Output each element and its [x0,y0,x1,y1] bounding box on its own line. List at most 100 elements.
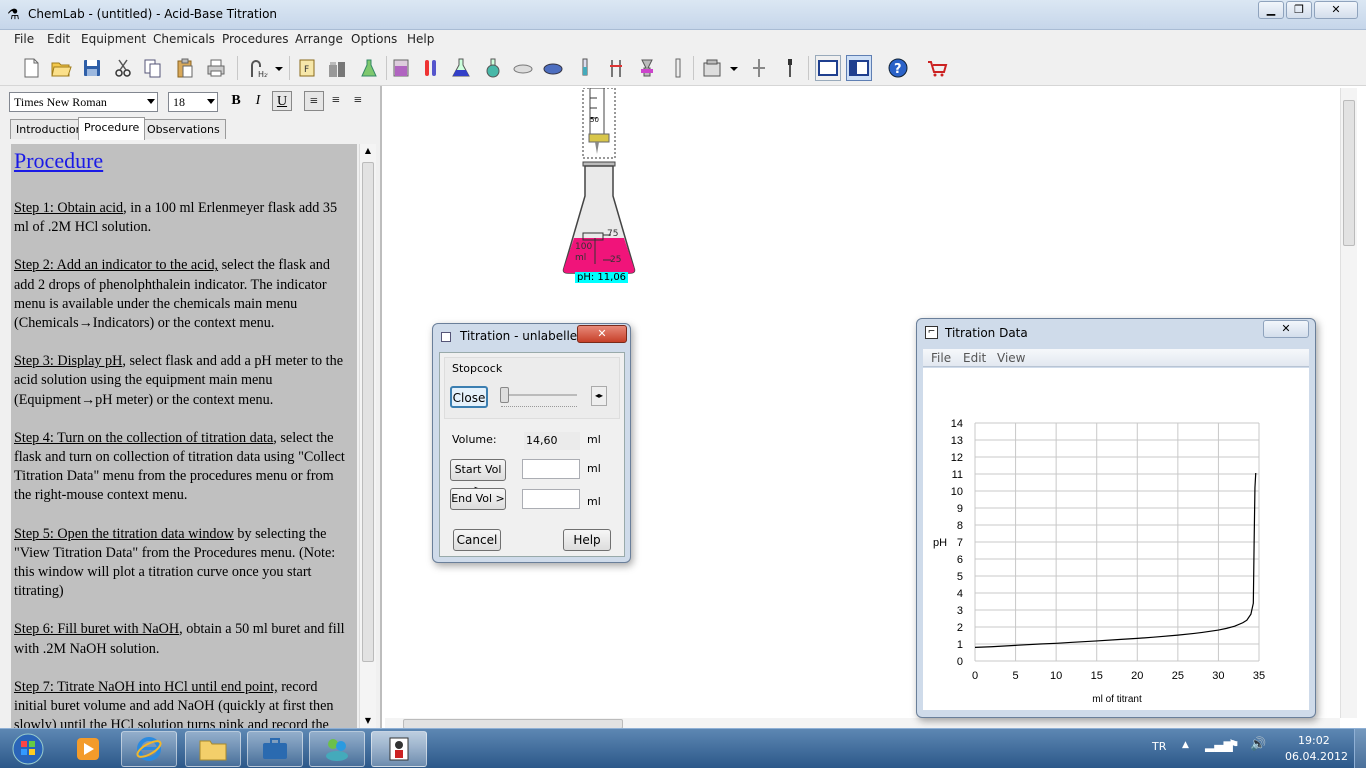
cancel-button[interactable]: Cancel [453,529,501,551]
media-player-icon[interactable] [60,731,116,767]
chart-menu-edit[interactable]: Edit [963,351,986,365]
menu-procedures[interactable]: Procedures [222,32,289,46]
chart-window-close-button[interactable]: ✕ [1263,320,1309,338]
tab-introduction[interactable]: Introduction [10,119,89,139]
chart-menu-file[interactable]: File [931,351,951,365]
internet-explorer-icon[interactable] [121,731,177,767]
briefcase-icon[interactable] [247,731,303,767]
clock-date[interactable]: 06.04.2012 [1285,750,1348,763]
font-size-value: 18 [173,95,185,109]
font-size-select[interactable]: 18 [168,92,218,112]
chart-menu-view[interactable]: View [997,351,1025,365]
italic-button[interactable]: I [248,91,268,111]
help-icon[interactable]: ? [885,55,911,81]
messenger-icon[interactable] [309,731,365,767]
action-center-flag-icon[interactable]: ⚑ [1228,738,1240,753]
y-tick-label: 3 [957,605,963,617]
petri-dish-icon[interactable] [540,55,566,81]
stopcock-slider-track[interactable] [501,394,577,396]
start-volume-button[interactable]: Start Vol > [450,459,506,496]
split-pane-view-icon[interactable] [846,55,872,81]
menu-edit[interactable]: Edit [47,32,70,46]
start-orb-icon[interactable] [2,731,54,767]
erlenmeyer-flask-icon[interactable] [448,55,474,81]
test-tubes-icon[interactable] [418,55,444,81]
align-center-button[interactable]: ≡ [326,91,346,111]
language-indicator[interactable]: TR [1152,740,1166,753]
flask-unit-label: ml [575,253,587,263]
open-folder-icon[interactable] [48,55,74,81]
beaker-icon[interactable] [388,55,414,81]
scroll-down-icon[interactable]: ▼ [361,716,375,725]
dropdown-icon[interactable] [272,55,286,81]
underline-button[interactable]: U [272,91,292,111]
buret-icon[interactable] [572,55,598,81]
copy-icon[interactable] [140,55,166,81]
y-tick-label: 0 [957,656,963,668]
volume-icon[interactable]: 🔊 [1250,737,1266,752]
minimize-button[interactable]: ▁ [1258,1,1284,19]
bold-button[interactable]: B [226,91,246,111]
scroll-up-icon[interactable]: ▲ [361,146,375,155]
menu-arrange[interactable]: Arrange [295,32,343,46]
show-hidden-icons-icon[interactable]: ▲ [1182,740,1189,750]
clock-time[interactable]: 19:02 [1298,734,1330,747]
evaporating-dish-icon[interactable] [510,55,536,81]
scroll-thumb[interactable] [1343,100,1355,246]
window-title: ChemLab - (untitled) - Acid-Base Titrati… [28,7,278,21]
document-scrollbar[interactable]: ▲ ▼ [359,144,376,728]
font-family-select[interactable]: Times New Roman [9,92,158,112]
stopcock-close-button[interactable]: Close [450,386,488,408]
menu-equipment[interactable]: Equipment [81,32,146,46]
show-desktop-button[interactable] [1354,729,1366,768]
canvas-vertical-scrollbar[interactable] [1340,88,1357,718]
filter-funnel-icon[interactable]: F [294,55,320,81]
align-left-button[interactable]: ≡ [304,91,324,111]
stopcock-slider-thumb[interactable] [500,387,509,403]
save-icon[interactable] [79,55,105,81]
balance-icon[interactable] [699,55,725,81]
help-button[interactable]: Help [563,529,611,551]
menu-help[interactable]: Help [407,32,434,46]
paste-icon[interactable] [172,55,198,81]
file-explorer-icon[interactable] [185,731,241,767]
round-flask-icon[interactable] [480,55,506,81]
stopcock-spinner[interactable]: ◂▸ [591,386,607,406]
bunsen-burner-icon[interactable] [634,55,660,81]
dialog-close-button[interactable]: ✕ [577,325,627,343]
dropdown-icon[interactable] [727,55,741,81]
procedure-document[interactable]: Procedure Step 1: Obtain acid, in a 100 … [11,144,357,728]
maximize-button[interactable]: ❐ [1286,1,1312,19]
graduated-cylinder-icon[interactable] [665,55,691,81]
new-file-icon[interactable] [18,55,44,81]
chemlab-taskbar-icon[interactable] [371,731,427,767]
end-volume-field[interactable] [522,489,580,509]
end-volume-button[interactable]: End Vol > [450,488,506,510]
menu-bar: File Edit Equipment Chemicals Procedures… [0,30,1366,50]
start-volume-field[interactable] [522,459,580,479]
dropper-icon[interactable] [777,55,803,81]
chart-window-icon: ⌐ [925,326,938,339]
single-pane-view-icon[interactable] [815,55,841,81]
shopping-cart-icon[interactable] [924,55,950,81]
print-icon[interactable] [203,55,229,81]
close-window-button[interactable]: ✕ [1314,1,1358,19]
dialog-icon [441,332,451,342]
y-tick-label: 7 [957,537,963,549]
stirrer-icon[interactable] [746,55,772,81]
scroll-thumb[interactable] [362,162,374,662]
tab-procedure[interactable]: Procedure [78,117,146,140]
chemical-bottles-icon[interactable] [324,55,350,81]
taskbar: TR ▲ ▂▄▆ ⚑ 🔊 19:02 06.04.2012 [0,728,1366,768]
cut-icon[interactable] [110,55,136,81]
toolbar: H₂O F ? [0,50,1366,86]
flask-bottle-icon[interactable] [356,55,382,81]
menu-options[interactable]: Options [351,32,397,46]
water-tap-icon[interactable]: H₂O [244,55,270,81]
tab-observations[interactable]: Observations [141,119,226,139]
menu-chemicals[interactable]: Chemicals [153,32,215,46]
align-right-button[interactable]: ≡ [348,91,368,111]
menu-file[interactable]: File [14,32,34,46]
ring-stand-icon[interactable] [603,55,629,81]
buret[interactable] [582,88,616,159]
